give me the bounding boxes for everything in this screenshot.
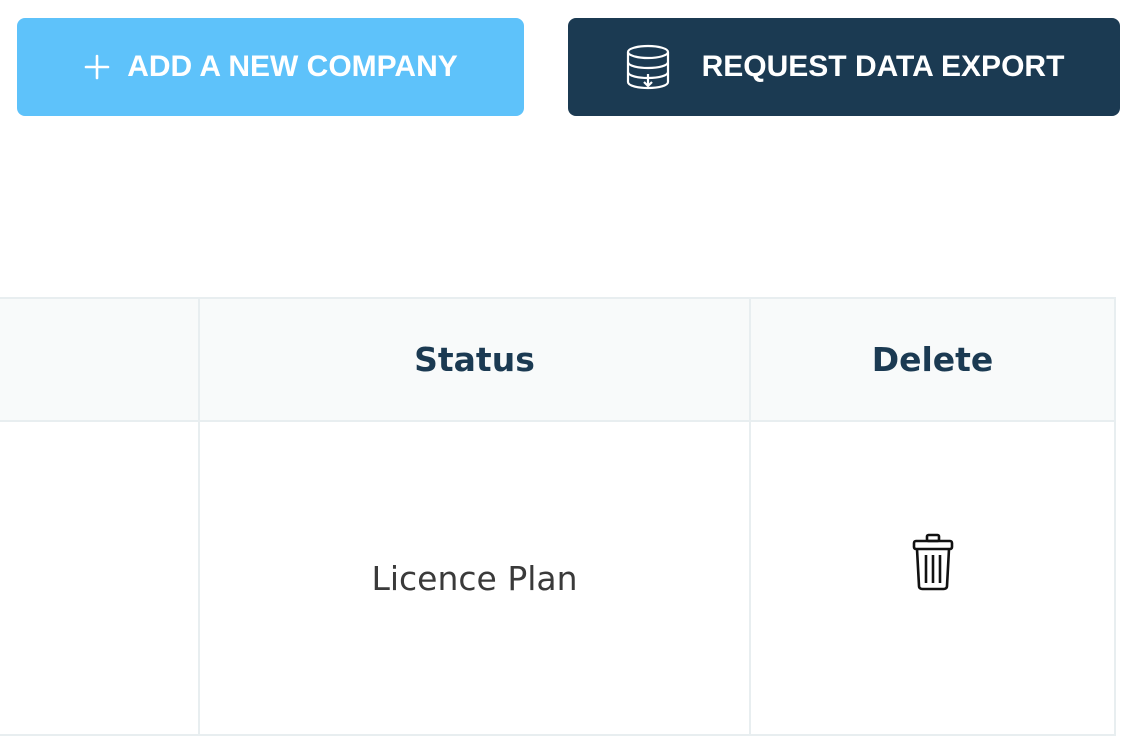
table-header-row: Status Delete xyxy=(0,299,1116,422)
row-divider xyxy=(0,734,1116,736)
row-cell-first xyxy=(0,422,200,734)
companies-table: Status Delete Licence Plan xyxy=(0,297,1116,738)
status-value: Licence Plan xyxy=(371,558,578,598)
request-export-label: REQUEST DATA EXPORT xyxy=(701,50,1065,83)
table-row: Licence Plan xyxy=(0,422,1116,738)
header-cell-first xyxy=(0,299,200,420)
add-company-button[interactable]: ADD A NEW COMPANY xyxy=(17,18,524,116)
header-label-delete: Delete xyxy=(871,340,994,379)
request-export-button[interactable]: REQUEST DATA EXPORT xyxy=(568,18,1120,116)
database-export-icon xyxy=(624,43,672,91)
page: ADD A NEW COMPANY REQUEST DATA EXPORT St… xyxy=(0,0,1136,738)
header-cell-status: Status xyxy=(200,299,751,420)
add-company-label: ADD A NEW COMPANY xyxy=(127,50,458,83)
trash-icon[interactable] xyxy=(911,533,955,596)
header-label-status: Status xyxy=(414,340,535,379)
header-cell-delete: Delete xyxy=(751,299,1116,420)
row-cell-delete xyxy=(751,422,1116,734)
plus-icon xyxy=(83,53,111,81)
row-cell-status: Licence Plan xyxy=(200,422,751,734)
